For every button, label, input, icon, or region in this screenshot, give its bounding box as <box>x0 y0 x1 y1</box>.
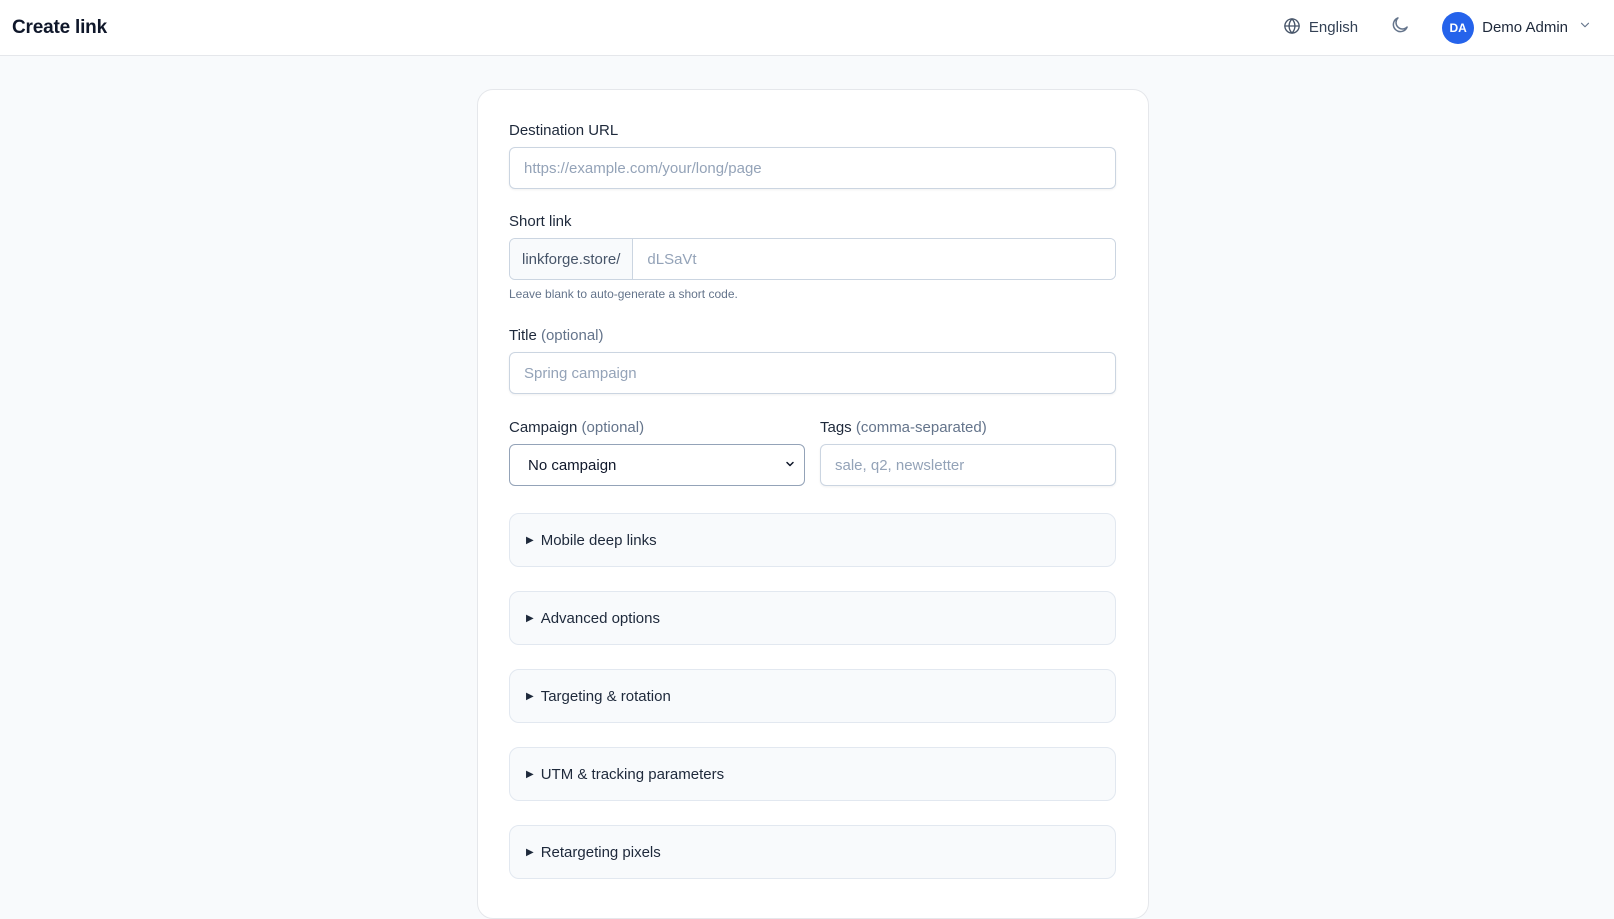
caret-right-icon: ▶ <box>526 768 534 780</box>
campaign-label-text: Campaign <box>509 419 578 436</box>
caret-right-icon: ▶ <box>526 846 534 858</box>
title-label-text: Title <box>509 327 537 344</box>
language-switcher[interactable]: English <box>1283 17 1358 39</box>
user-menu[interactable]: DA Demo Admin <box>1442 11 1592 44</box>
caret-right-icon: ▶ <box>526 534 534 546</box>
user-name: Demo Admin <box>1482 19 1568 36</box>
caret-right-icon: ▶ <box>526 690 534 702</box>
avatar: DA <box>1442 11 1475 44</box>
chevron-down-icon <box>1578 18 1592 37</box>
topbar-actions: English DA Demo Admin <box>1283 11 1602 44</box>
section-retargeting-pixels[interactable]: ▶ Retargeting pixels <box>509 825 1116 879</box>
campaign-selected-value: No campaign <box>528 456 617 474</box>
create-link-form: Destination URL Short link linkforge.sto… <box>477 89 1149 919</box>
section-label: Targeting & rotation <box>540 687 671 705</box>
language-label: English <box>1308 19 1359 36</box>
section-label: UTM & tracking parameters <box>540 765 725 783</box>
short-link-hint: Leave blank to auto-generate a short cod… <box>509 287 738 301</box>
theme-toggle-button[interactable] <box>1388 16 1412 40</box>
destination-url-input[interactable] <box>509 147 1116 189</box>
campaign-optional-text: (optional) <box>581 419 645 436</box>
destination-url-label: Destination URL <box>509 122 619 139</box>
short-link-field: Short link linkforge.store/ Leave blank … <box>509 213 1116 301</box>
moon-icon <box>1390 15 1410 40</box>
page-title: Create link <box>12 16 107 38</box>
tags-optional-text: (comma-separated) <box>855 419 987 436</box>
top-bar: Create link English DA Demo Admin <box>0 0 1614 56</box>
title-optional-text: (optional) <box>540 327 604 344</box>
short-link-input[interactable] <box>633 239 1115 279</box>
short-link-label: Short link <box>509 213 572 230</box>
title-input[interactable] <box>509 352 1116 394</box>
section-label: Advanced options <box>540 609 660 627</box>
tags-field: Tags (comma-separated) <box>820 419 1116 486</box>
destination-url-field: Destination URL <box>509 122 1116 189</box>
section-utm-tracking[interactable]: ▶ UTM & tracking parameters <box>509 747 1116 801</box>
chevron-down-icon <box>784 457 796 474</box>
caret-right-icon: ▶ <box>526 612 534 624</box>
short-link-group: linkforge.store/ <box>509 238 1116 280</box>
short-link-prefix: linkforge.store/ <box>510 239 634 279</box>
tags-label-text: Tags <box>820 419 852 436</box>
section-label: Mobile deep links <box>540 531 657 549</box>
campaign-label: Campaign (optional) <box>509 419 644 436</box>
campaign-field: Campaign (optional) No campaign <box>509 419 805 486</box>
title-label: Title (optional) <box>509 327 604 344</box>
title-field: Title (optional) <box>509 327 1116 394</box>
tags-input[interactable] <box>820 444 1116 486</box>
section-advanced-options[interactable]: ▶ Advanced options <box>509 591 1116 645</box>
tags-label: Tags (comma-separated) <box>820 419 987 436</box>
campaign-select[interactable]: No campaign <box>509 444 805 486</box>
section-label: Retargeting pixels <box>540 843 661 861</box>
globe-icon <box>1283 17 1301 39</box>
section-mobile-deep-links[interactable]: ▶ Mobile deep links <box>509 513 1116 567</box>
section-targeting-rotation[interactable]: ▶ Targeting & rotation <box>509 669 1116 723</box>
